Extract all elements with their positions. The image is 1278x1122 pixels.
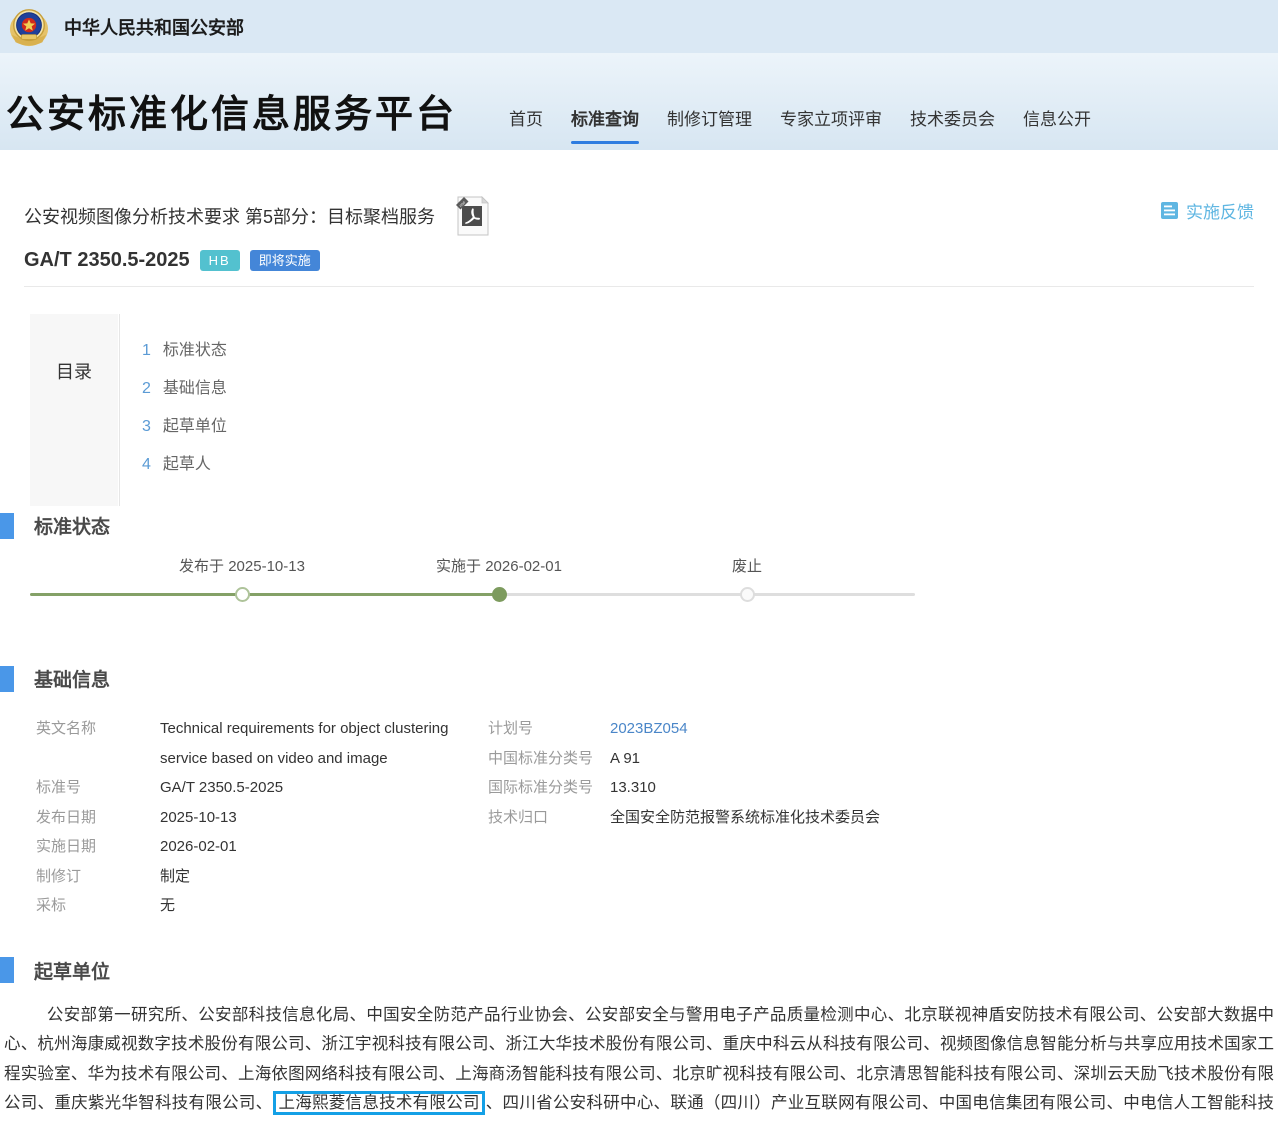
- nav-item-standard-query[interactable]: 标准查询: [571, 105, 639, 130]
- pdf-file-icon[interactable]: PDF: [455, 196, 489, 236]
- timeline-dot-published: [235, 587, 250, 602]
- platform-banner: 公安标准化信息服务平台 首页 标准查询 制修订管理 专家立项评审 技术委员会 信…: [0, 53, 1278, 150]
- info-label: 标准号: [36, 773, 160, 803]
- info-value: 制定: [160, 862, 476, 892]
- timeline-dot-abolished: [740, 587, 755, 602]
- timeline-label-published: 发布于 2025-10-13: [132, 555, 352, 576]
- toc-number: 4: [142, 456, 151, 474]
- info-row-technical-committee: 技术归口 全国安全防范报警系统标准化技术委员会: [488, 803, 1254, 833]
- info-value: 无: [160, 891, 476, 921]
- timeline-dot-implemented: [492, 587, 507, 602]
- nav-item-expert-review[interactable]: 专家立项评审: [780, 105, 882, 130]
- nav-item-revision-management[interactable]: 制修订管理: [667, 105, 752, 130]
- info-label: 英文名称: [36, 714, 160, 773]
- toc-label: 起草单位: [163, 412, 227, 436]
- section-standard-status: 标准状态: [0, 512, 1278, 539]
- section-marker: [0, 957, 14, 983]
- plan-number-link[interactable]: 2023BZ054: [610, 714, 688, 744]
- basic-info-right-column: 计划号 2023BZ054 中国标准分类号 A 91 国际标准分类号 13.31…: [488, 714, 1254, 921]
- info-label: 中国标准分类号: [488, 744, 610, 774]
- police-emblem-icon: [8, 6, 50, 48]
- section-drafting-units: 起草单位: [0, 957, 1278, 984]
- info-label: 国际标准分类号: [488, 773, 610, 803]
- toc-item-standard-status[interactable]: 1 标准状态: [142, 336, 227, 358]
- info-label: 实施日期: [36, 832, 160, 862]
- info-label: 发布日期: [36, 803, 160, 833]
- toc-item-drafters[interactable]: 4 起草人: [142, 450, 227, 472]
- toc-item-drafting-units[interactable]: 3 起草单位: [142, 412, 227, 434]
- main-nav: 首页 标准查询 制修订管理 专家立项评审 技术委员会 信息公开: [509, 105, 1091, 134]
- status-timeline: 发布于 2025-10-13 实施于 2026-02-01 废止: [0, 539, 1278, 651]
- section-basic-info: 基础信息: [0, 665, 1278, 692]
- info-row-adoption: 采标 无: [36, 891, 488, 921]
- info-label: 计划号: [488, 714, 610, 744]
- section-title: 起草单位: [34, 957, 110, 984]
- info-value: 2025-10-13: [160, 803, 476, 833]
- toc-label: 基础信息: [163, 374, 227, 398]
- info-row-standard-no: 标准号 GA/T 2350.5-2025: [36, 773, 488, 803]
- basic-info-grid: 英文名称 Technical requirements for object c…: [36, 714, 1254, 921]
- nav-item-info-disclosure[interactable]: 信息公开: [1023, 105, 1091, 130]
- toc-label: 标准状态: [163, 336, 227, 360]
- info-value: Technical requirements for object cluste…: [160, 714, 476, 773]
- ministry-name: 中华人民共和国公安部: [64, 14, 244, 40]
- feedback-form-icon: [1160, 201, 1179, 220]
- document-title: 公安视频图像分析技术要求 第5部分：目标聚档服务: [24, 203, 435, 229]
- info-value: 全国安全防范报警系统标准化技术委员会: [610, 803, 880, 833]
- header-divider: [24, 286, 1254, 287]
- badge-upcoming-implementation: 即将实施: [250, 250, 320, 272]
- implementation-feedback-link[interactable]: 实施反馈: [1160, 198, 1254, 223]
- info-value: GA/T 2350.5-2025: [160, 773, 476, 803]
- standard-number: GA/T 2350.5-2025: [24, 249, 190, 272]
- feedback-label: 实施反馈: [1186, 198, 1254, 223]
- drafting-units-paragraph: 公安部第一研究所、公安部科技信息化局、中国安全防范产品行业协会、公安部安全与警用…: [4, 1001, 1274, 1122]
- timeline-line-active: [30, 593, 499, 596]
- info-label: 采标: [36, 891, 160, 921]
- toc-title: 目录: [30, 314, 118, 506]
- info-label: 制修订: [36, 862, 160, 892]
- nav-item-home[interactable]: 首页: [509, 105, 543, 130]
- table-of-contents: 目录 1 标准状态 2 基础信息 3 起草单位 4 起草人: [30, 314, 1278, 506]
- timeline-label-abolished: 废止: [637, 555, 857, 576]
- toc-number: 3: [142, 418, 151, 436]
- basic-info-left-column: 英文名称 Technical requirements for object c…: [36, 714, 488, 921]
- info-row-publish-date: 发布日期 2025-10-13: [36, 803, 488, 833]
- platform-title: 公安标准化信息服务平台: [6, 96, 457, 134]
- info-value: A 91: [610, 744, 640, 774]
- section-title: 基础信息: [34, 665, 110, 692]
- nav-item-technical-committee[interactable]: 技术委员会: [910, 105, 995, 130]
- highlighted-company: 上海熙菱信息技术有限公司: [273, 1091, 484, 1115]
- info-value: 2026-02-01: [160, 832, 476, 862]
- info-value: 13.310: [610, 773, 656, 803]
- toc-number: 1: [142, 342, 151, 360]
- toc-number: 2: [142, 380, 151, 398]
- timeline-line-future: [499, 593, 915, 596]
- toc-label: 起草人: [163, 450, 211, 474]
- ministry-topbar: 中华人民共和国公安部: [0, 0, 1278, 53]
- toc-item-basic-info[interactable]: 2 基础信息: [142, 374, 227, 396]
- timeline-label-implemented: 实施于 2026-02-01: [389, 555, 609, 576]
- info-row-implement-date: 实施日期 2026-02-01: [36, 832, 488, 862]
- info-row-english-name: 英文名称 Technical requirements for object c…: [36, 714, 488, 773]
- info-row-china-classification: 中国标准分类号 A 91: [488, 744, 1254, 774]
- toc-list: 1 标准状态 2 基础信息 3 起草单位 4 起草人: [119, 314, 227, 506]
- info-row-international-classification: 国际标准分类号 13.310: [488, 773, 1254, 803]
- badge-hb: HB: [200, 250, 240, 272]
- section-marker: [0, 513, 14, 539]
- info-label: 技术归口: [488, 803, 610, 833]
- section-marker: [0, 666, 14, 692]
- document-header: 公安视频图像分析技术要求 第5部分：目标聚档服务 PDF 实施反馈 GA/T 2…: [24, 196, 1254, 272]
- section-title: 标准状态: [34, 512, 110, 539]
- info-row-revision-type: 制修订 制定: [36, 862, 488, 892]
- info-row-plan-number: 计划号 2023BZ054: [488, 714, 1254, 744]
